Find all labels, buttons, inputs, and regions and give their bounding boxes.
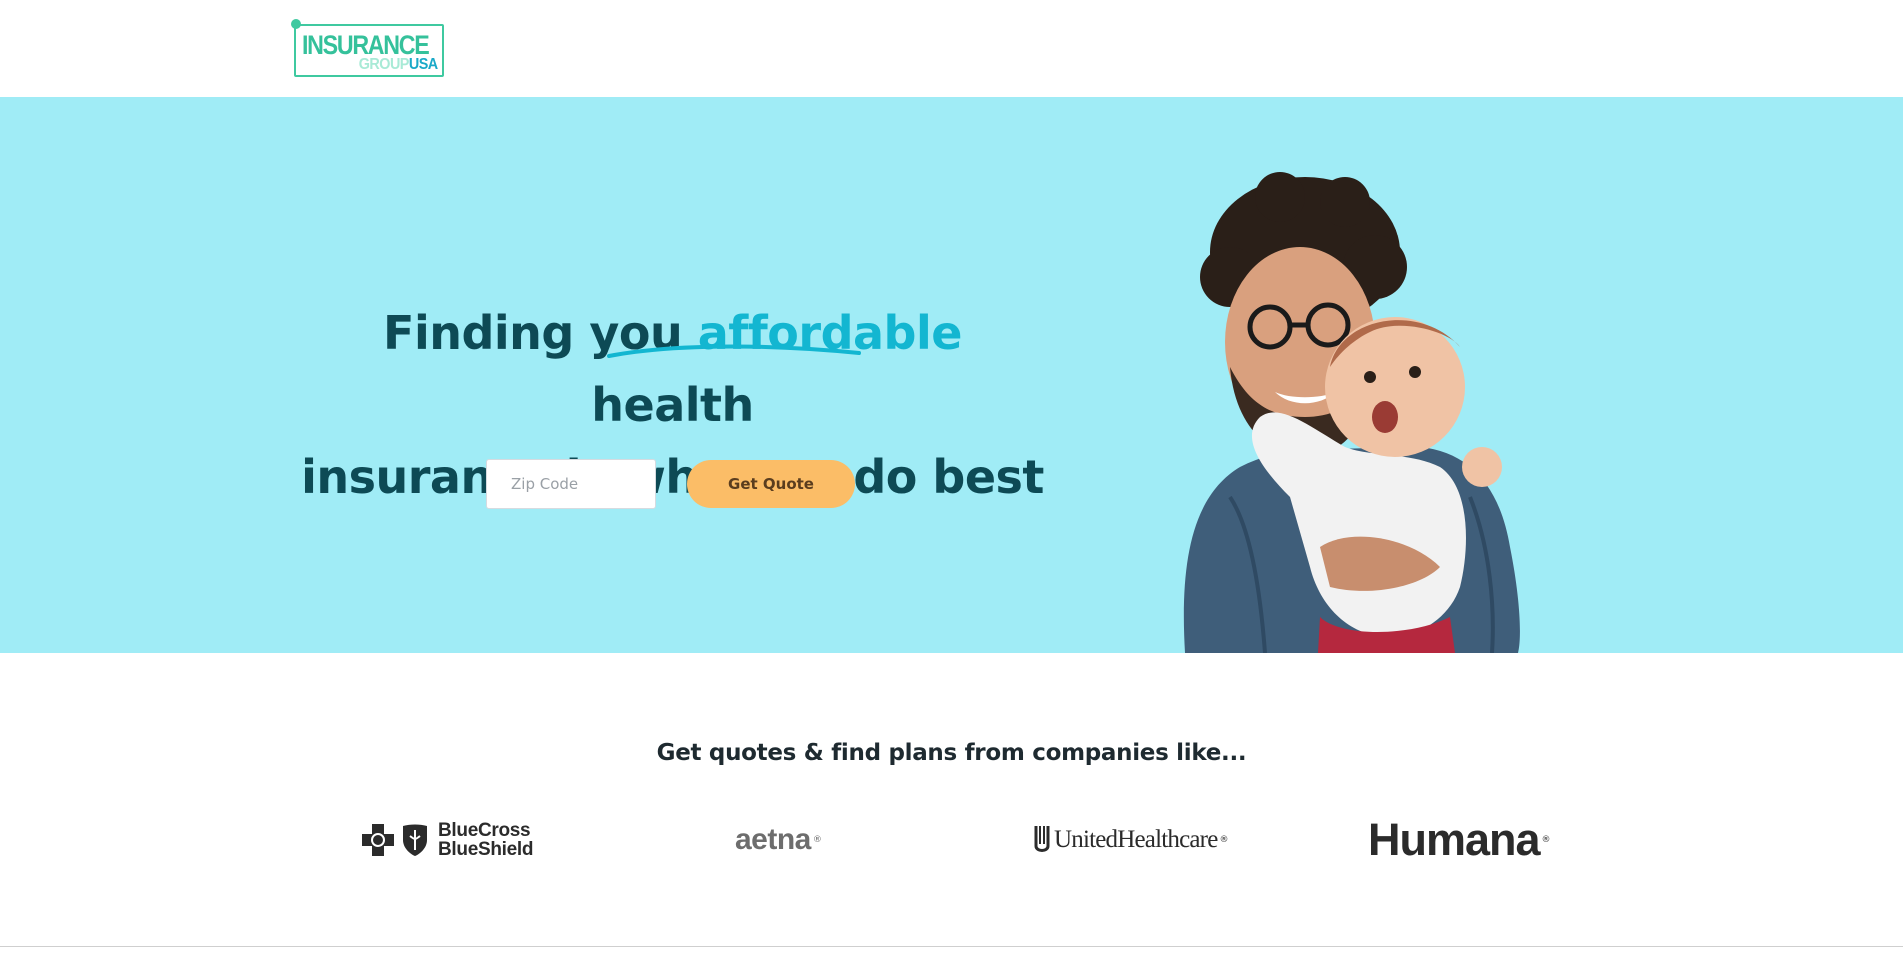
unitedhealthcare-logo: UnitedHealthcare ® (1032, 810, 1229, 870)
humana-logo: Humana ® (1368, 810, 1551, 870)
bluecross-blueshield-logo: BlueCross BlueShield (360, 810, 533, 870)
blue-cross-icon (362, 824, 394, 856)
aetna-wordmark: aetna (735, 823, 811, 856)
registered-mark-icon: ® (812, 835, 822, 845)
headline-text-end: health (591, 378, 754, 432)
companies-heading: Get quotes & find plans from companies l… (656, 740, 1247, 766)
bcbs-line-2: BlueShield (438, 839, 534, 860)
uhc-wordmark: UnitedHealthcare (1054, 826, 1218, 853)
bcbs-wordmark: BlueCross BlueShield (438, 821, 533, 859)
company-logos-row: BlueCross BlueShield aetna ® UnitedHealt… (0, 810, 1903, 870)
bcbs-line-1: BlueCross (438, 820, 531, 841)
aetna-logo: aetna ® (735, 810, 822, 870)
father-and-baby-photo (1183, 172, 1520, 653)
humana-wordmark: Humana (1368, 814, 1541, 865)
uhc-u-icon (1034, 826, 1050, 852)
site-header: INSURANCE GROUPUSA (0, 0, 1903, 97)
insurance-group-usa-logo[interactable]: INSURANCE GROUPUSA (291, 19, 444, 77)
get-quote-button[interactable]: Get Quote (687, 460, 855, 508)
logo-dot (291, 19, 301, 29)
hero-headline: Finding you affordable health insurance … (300, 297, 1045, 513)
registered-mark-icon: ® (1219, 835, 1229, 845)
highlight-underline-icon (607, 344, 861, 358)
hero-section: Finding you affordable health insurance … (0, 97, 1903, 653)
zip-code-input[interactable] (486, 459, 656, 509)
logo-word-group-usa: GROUPUSA (359, 56, 438, 73)
blue-shield-icon (403, 824, 427, 856)
section-divider (0, 946, 1903, 947)
headline-line-two: insurance is what we do best (301, 450, 1044, 504)
registered-mark-icon: ® (1541, 835, 1551, 845)
